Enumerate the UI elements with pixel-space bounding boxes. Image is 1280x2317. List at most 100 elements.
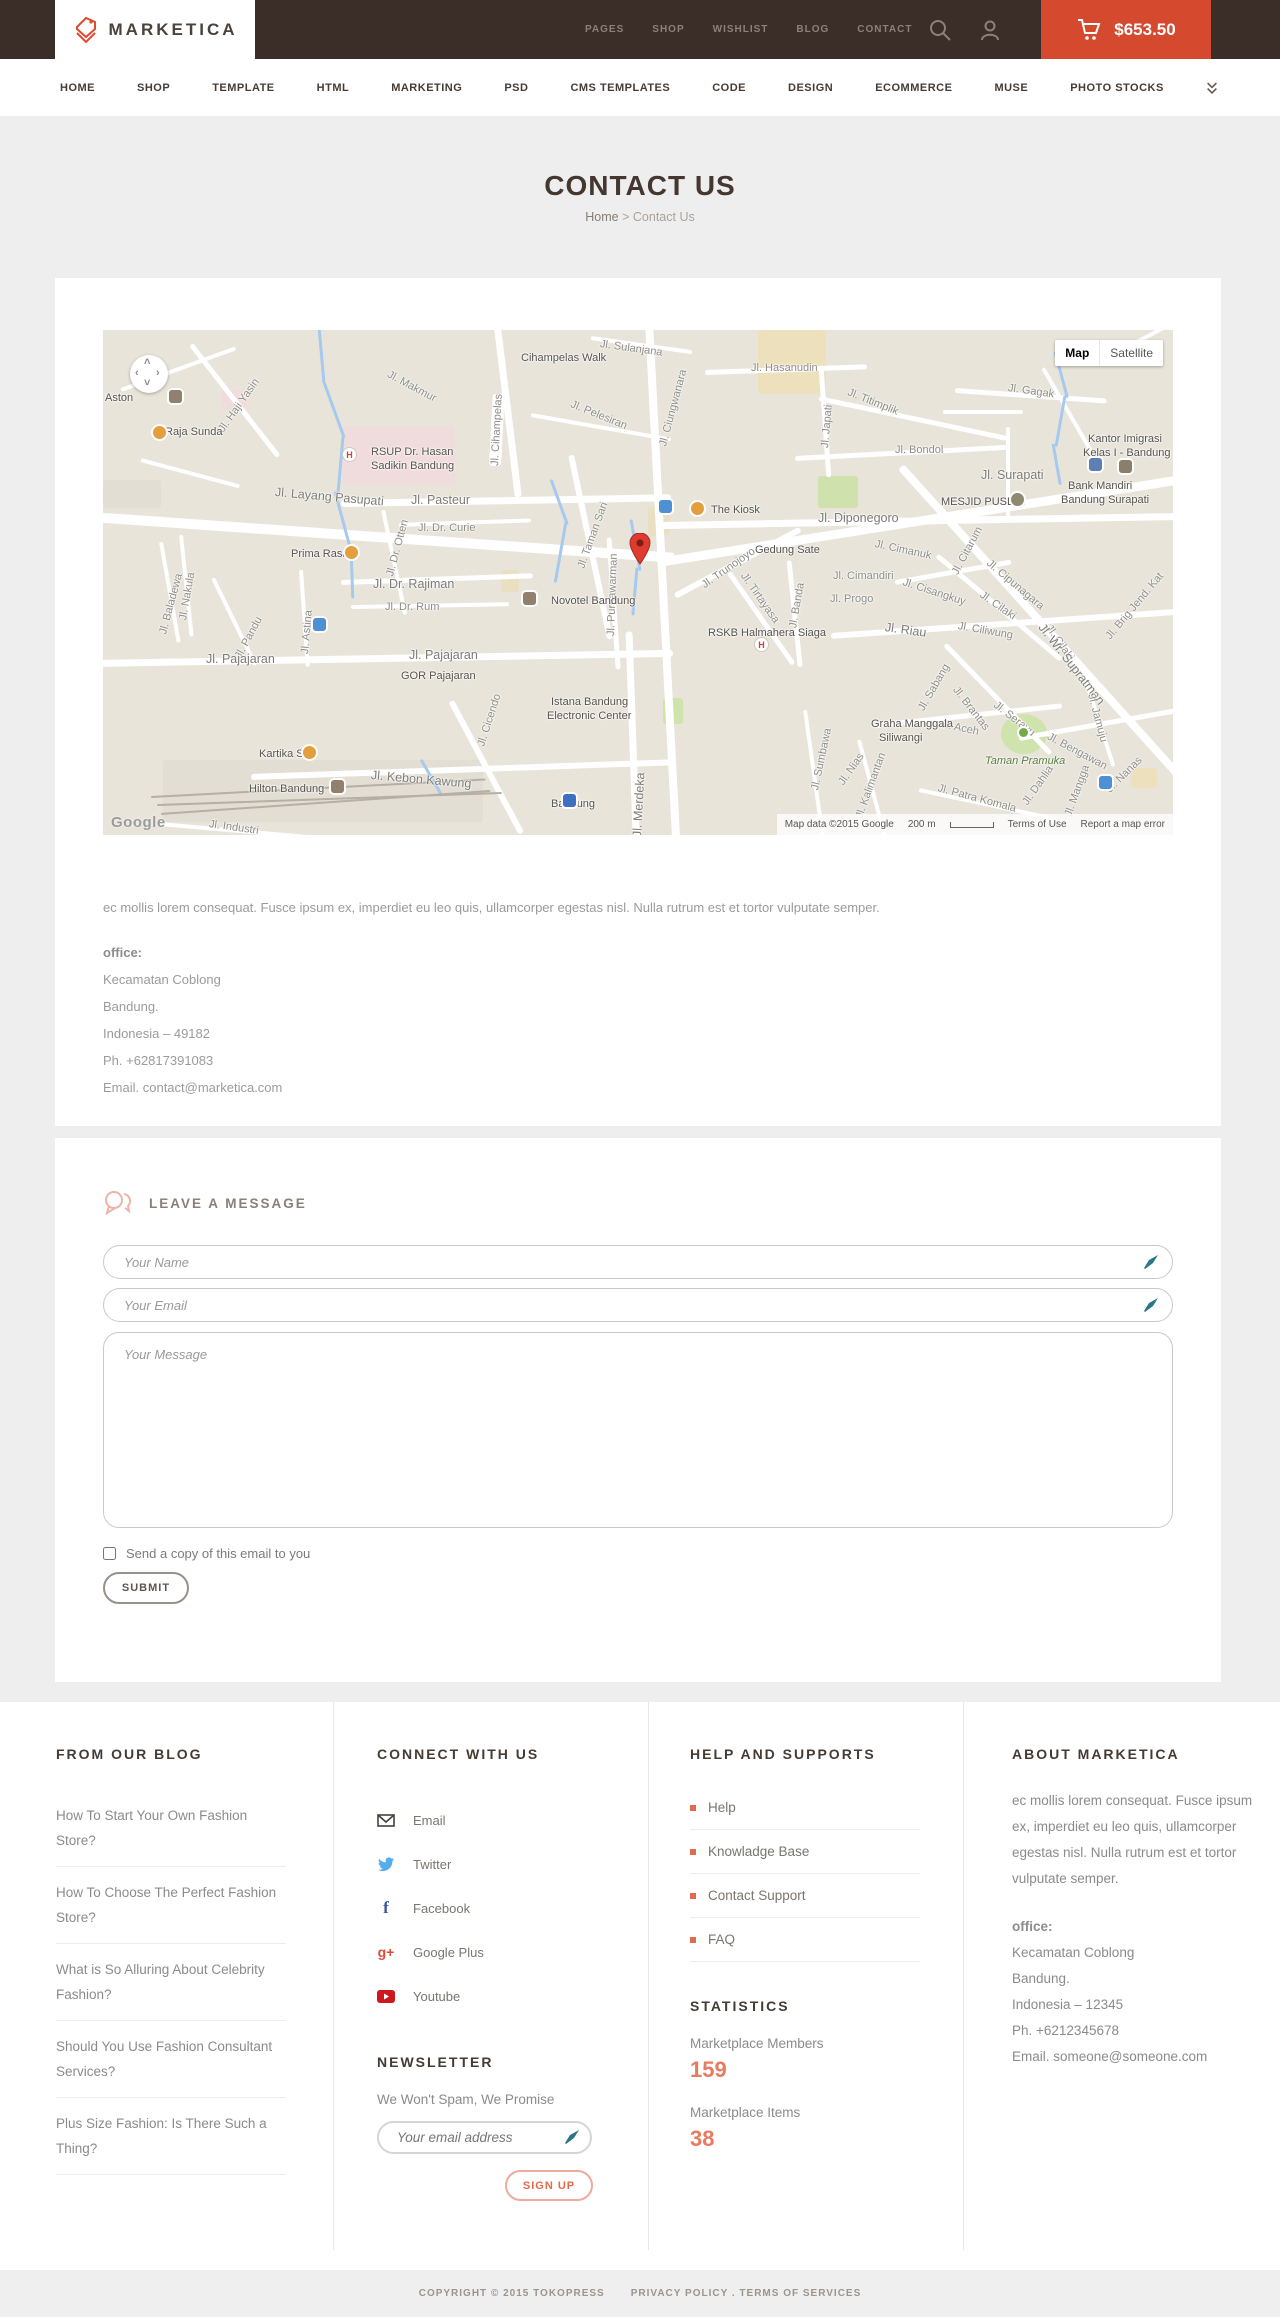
- signup-button[interactable]: SIGN UP: [505, 2170, 593, 2201]
- email-input[interactable]: [103, 1288, 1173, 1322]
- pen-icon: [1144, 1255, 1158, 1269]
- blog-post-link[interactable]: Should You Use Fashion Consultant Servic…: [56, 2021, 286, 2098]
- blog-post-link[interactable]: What is So Alluring About Celebrity Fash…: [56, 1944, 286, 2021]
- category-nav-item[interactable]: MUSE: [994, 82, 1028, 94]
- name-input[interactable]: [103, 1245, 1173, 1279]
- map-report-link[interactable]: Report a map error: [1081, 819, 1165, 830]
- map-marker-icon[interactable]: [629, 533, 651, 565]
- map-poi-icon: [691, 502, 704, 515]
- help-link[interactable]: Knowladge Base: [690, 1830, 920, 1874]
- copyright-bar: COPYRIGHT © 2015 TOKOPRESS PRIVACY POLIC…: [0, 2270, 1280, 2317]
- chevron-double-down-icon[interactable]: [1206, 82, 1218, 94]
- cart-button[interactable]: $653.50: [1041, 0, 1211, 59]
- social-link-youtube[interactable]: Youtube: [377, 1974, 593, 2018]
- category-nav-item[interactable]: SHOP: [137, 82, 170, 94]
- brand-logo[interactable]: MARKETICA: [55, 0, 255, 59]
- category-nav-item[interactable]: ECOMMERCE: [875, 82, 952, 94]
- map-label: Jl. Makmur: [385, 368, 439, 405]
- about-office: office: Kecamatan Coblong Bandung. Indones…: [1012, 1914, 1264, 2070]
- map-label: Siliwangi: [879, 732, 923, 744]
- stat-value: 159: [690, 2057, 727, 2082]
- social-link-email[interactable]: Email: [377, 1798, 593, 1842]
- map-label: Jl. Pajajaran: [409, 648, 478, 662]
- help-link[interactable]: Contact Support: [690, 1874, 920, 1918]
- copyright-links[interactable]: PRIVACY POLICY . TERMS OF SERVICES: [631, 2288, 862, 2299]
- newsletter-email-input[interactable]: [377, 2121, 592, 2154]
- top-nav-item[interactable]: CONTACT: [857, 24, 912, 35]
- blog-post-list: How To Start Your Own Fashion Store? How …: [56, 1790, 286, 2175]
- category-nav-item[interactable]: CMS TEMPLATES: [570, 82, 670, 94]
- about-address-line: Email. someone@someone.com: [1012, 2049, 1208, 2064]
- cart-total: $653.50: [1114, 19, 1176, 39]
- about-address-line: Bandung.: [1012, 1971, 1070, 1986]
- user-icon[interactable]: [978, 18, 1002, 42]
- blog-post-link[interactable]: How To Start Your Own Fashion Store?: [56, 1790, 286, 1867]
- social-link-twitter[interactable]: Twitter: [377, 1842, 593, 1886]
- map-label: Jl. Cisangkuy: [901, 576, 968, 608]
- category-nav-item[interactable]: PSD: [504, 82, 528, 94]
- map-label: Aston: [105, 392, 134, 404]
- statistics-heading: STATISTICS: [690, 1998, 790, 2014]
- help-link-label: FAQ: [708, 1932, 736, 1947]
- pan-left-icon[interactable]: ‹: [135, 367, 139, 379]
- about-text: ec mollis lorem consequat. Fusce ipsum e…: [1012, 1793, 1253, 1886]
- youtube-icon: [377, 1989, 395, 2003]
- search-icon[interactable]: [928, 18, 952, 42]
- help-heading: HELP AND SUPPORTS: [690, 1746, 876, 1762]
- send-copy-checkbox[interactable]: [103, 1547, 116, 1560]
- category-nav-item[interactable]: DESIGN: [788, 82, 833, 94]
- category-nav-item[interactable]: HOME: [60, 82, 95, 94]
- form-heading-row: LEAVE A MESSAGE: [103, 1190, 307, 1216]
- map-label: Jl. Dr. Rajiman: [373, 577, 455, 591]
- map-road: [103, 649, 673, 667]
- message-form-card: LEAVE A MESSAGE Send a copy of this emai…: [55, 1138, 1221, 1682]
- map-label: Jl. Titimplik: [845, 386, 901, 418]
- google-plus-icon: g+: [377, 1944, 395, 1960]
- top-nav-item[interactable]: WISHLIST: [713, 24, 769, 35]
- category-nav-item[interactable]: MARKETING: [391, 82, 462, 94]
- top-nav-item[interactable]: PAGES: [585, 24, 624, 35]
- pan-up-icon[interactable]: ˄: [144, 356, 150, 368]
- map-label: Jl. Cihampelas: [489, 393, 505, 467]
- pan-right-icon[interactable]: ›: [156, 367, 160, 379]
- social-link-facebook[interactable]: f Facebook: [377, 1886, 593, 1930]
- map-label: Jl. Riau: [884, 620, 928, 640]
- office-label: office:: [1012, 1919, 1053, 1934]
- map-label: Jl. Ciungwanara: [657, 368, 690, 448]
- message-textarea[interactable]: [103, 1332, 1173, 1528]
- submit-button[interactable]: SUBMIT: [103, 1572, 189, 1604]
- pan-down-icon[interactable]: ˅: [144, 377, 150, 389]
- category-nav-item[interactable]: CODE: [712, 82, 746, 94]
- map-type-map-button[interactable]: Map: [1055, 340, 1100, 366]
- map-label: Jl. Pajajaran: [206, 652, 275, 666]
- help-link[interactable]: FAQ: [690, 1918, 920, 1962]
- map-road: [631, 567, 639, 616]
- about-address-line: Ph. +6212345678: [1012, 2023, 1119, 2038]
- map-label: RSKB Halmahera Siaga: [708, 627, 827, 639]
- map-label: Graha Manggala: [871, 718, 953, 730]
- social-label: Youtube: [413, 1988, 461, 2004]
- category-nav-item[interactable]: HTML: [317, 82, 350, 94]
- map-label: Jl. Cimanuk: [873, 538, 933, 562]
- top-navigation: PAGES SHOP WISHLIST BLOG CONTACT: [585, 0, 912, 59]
- top-nav-item[interactable]: SHOP: [652, 24, 684, 35]
- blog-post-link[interactable]: How To Choose The Perfect Fashion Store?: [56, 1867, 286, 1944]
- contact-info: ec mollis lorem consequat. Fusce ipsum e…: [103, 900, 1173, 1101]
- office-label: office:: [103, 945, 142, 960]
- top-nav-item[interactable]: BLOG: [796, 24, 829, 35]
- map-terms-link[interactable]: Terms of Use: [1008, 819, 1067, 830]
- map-label: Novotel Bandung: [551, 595, 636, 607]
- category-nav-item[interactable]: PHOTO STOCKS: [1070, 82, 1164, 94]
- map-label: Electronic Center: [547, 710, 632, 722]
- map-pan-control[interactable]: ˄ ˅ ‹ ›: [130, 355, 168, 393]
- blog-post-link[interactable]: Plus Size Fashion: Is There Such a Thing…: [56, 2098, 286, 2175]
- social-link-google-plus[interactable]: g+ Google Plus: [377, 1930, 593, 1974]
- map-poi-icon: [1019, 728, 1028, 737]
- category-nav-item[interactable]: TEMPLATE: [212, 82, 274, 94]
- google-map[interactable]: Cihampelas Walk Jl. Cihampelas Jl. Pelesir…: [103, 330, 1173, 835]
- breadcrumb-home[interactable]: Home: [585, 210, 618, 224]
- map-poi-icon: [331, 780, 344, 793]
- help-link[interactable]: Help: [690, 1786, 920, 1830]
- map-type-satellite-button[interactable]: Satellite: [1099, 340, 1163, 366]
- blog-heading: FROM OUR BLOG: [56, 1746, 203, 1762]
